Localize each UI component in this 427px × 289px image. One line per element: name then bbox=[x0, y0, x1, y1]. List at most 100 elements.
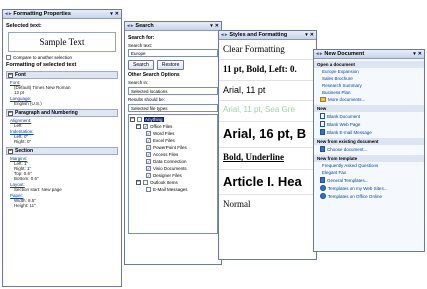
search-text-label: Search text: bbox=[128, 43, 153, 48]
back-forward-icon[interactable]: ◂ ▸ bbox=[127, 23, 133, 29]
close-icon[interactable]: ✕ bbox=[115, 11, 119, 17]
tree-checkbox[interactable]: ✓ bbox=[146, 145, 151, 150]
choose-document-link[interactable]: Choose document... bbox=[314, 145, 424, 153]
dropdown-arrow-icon[interactable]: ▾ bbox=[110, 11, 113, 17]
results-label: Results should be: bbox=[128, 97, 166, 102]
style-normal[interactable]: Normal bbox=[219, 195, 316, 215]
folder-icon bbox=[320, 97, 326, 102]
recent-doc-link[interactable]: Europe Expansion bbox=[314, 68, 424, 75]
dropdown-arrow-icon[interactable]: ▾ bbox=[210, 23, 213, 29]
dropdown-arrow-icon[interactable]: ▾ bbox=[305, 32, 308, 38]
blank-email-link[interactable]: Blank E-mail Message bbox=[314, 128, 424, 136]
collapse-icon[interactable]: − bbox=[8, 110, 13, 116]
tree-checkbox[interactable]: ✓ bbox=[146, 152, 151, 157]
web-icon bbox=[320, 185, 326, 191]
formatting-properties-pane: ◂ ▸ Formatting Properties ▾ ✕ Selected t… bbox=[2, 9, 122, 287]
new-doc-pane-title: New Document bbox=[324, 51, 365, 57]
tree-checkbox[interactable] bbox=[137, 117, 142, 122]
tree-item-row[interactable]: ✓ PowerPoint Files bbox=[130, 144, 216, 151]
compare-checkbox[interactable] bbox=[6, 55, 11, 60]
style-arial-11[interactable]: Arial, 11 pt bbox=[219, 81, 316, 101]
results-select[interactable]: Selected file types bbox=[128, 104, 218, 112]
tree-item-row[interactable]: ✓ Excel Files bbox=[130, 137, 216, 144]
section-section-header[interactable]: − Section bbox=[6, 147, 118, 155]
paper-height-value: Height: 11" bbox=[14, 203, 36, 208]
open-document-section: Open a document bbox=[314, 61, 424, 68]
office-online-templates-link[interactable]: Templates on Office Online bbox=[314, 192, 424, 200]
style-11pt-bold[interactable]: 11 pt, Bold, Left: 0. bbox=[219, 60, 316, 81]
styles-pane-title: Styles and Formatting bbox=[229, 32, 288, 38]
recent-doc-link[interactable]: Research Summary bbox=[314, 82, 424, 89]
template-section: New from template bbox=[314, 155, 424, 162]
blank-document-link[interactable]: Blank Document bbox=[314, 112, 424, 120]
search-text-input[interactable]: Europe bbox=[128, 49, 218, 57]
tree-item-row[interactable]: ✓ Visio Documents bbox=[130, 165, 216, 172]
tree-checkbox[interactable]: ✓ bbox=[146, 159, 151, 164]
tree-checkbox[interactable]: ✓ bbox=[146, 138, 151, 143]
section-paragraph-header[interactable]: − Paragraph and Numbering bbox=[6, 109, 118, 117]
font-size-value: 12 pt bbox=[14, 90, 25, 95]
close-icon[interactable]: ✕ bbox=[418, 51, 422, 57]
styles-formatting-pane: ◂ ▸ Styles and Formatting ▾ ✕ Clear Form… bbox=[218, 30, 317, 260]
layout-value: Section start: New page bbox=[14, 187, 62, 192]
tree-checkbox[interactable] bbox=[146, 187, 151, 192]
search-button[interactable]: Search bbox=[128, 60, 154, 70]
back-forward-icon[interactable]: ◂ ▸ bbox=[221, 32, 227, 38]
general-templates-link[interactable]: General Templates... bbox=[314, 176, 424, 184]
collapse-icon[interactable]: − bbox=[8, 72, 13, 78]
existing-document-section: New from existing document bbox=[314, 138, 424, 145]
tree-item-row[interactable]: E-Mail Messages bbox=[130, 186, 216, 193]
search-pane: ◂ ▸ Search ▾ ✕ Search for: Search text: … bbox=[124, 21, 222, 265]
web-sites-templates-link[interactable]: Templates on my Web Sites... bbox=[314, 184, 424, 192]
tree-item-row[interactable]: ✓ Data Connection bbox=[130, 158, 216, 165]
tree-checkbox[interactable]: ✓ bbox=[146, 173, 151, 178]
recent-doc-link[interactable]: Sales Brochure bbox=[314, 75, 424, 82]
template-item-link[interactable]: Frequently Asked Questions bbox=[314, 162, 424, 169]
collapse-icon[interactable]: − bbox=[136, 124, 141, 129]
selected-text-label: Selected text: bbox=[6, 23, 42, 29]
search-pane-title: Search bbox=[135, 23, 154, 29]
other-search-options-label: Other Search Options bbox=[128, 72, 180, 78]
style-arial-11-sea-green[interactable]: Arial, 11 pt, Sea Gre bbox=[219, 101, 316, 122]
formatting-pane-header: ◂ ▸ Formatting Properties ▾ ✕ bbox=[3, 10, 121, 19]
collapse-icon[interactable]: − bbox=[136, 180, 141, 185]
tree-item-row[interactable]: ✓ Access Files bbox=[130, 151, 216, 158]
style-article-heading[interactable]: Article I. Hea bbox=[219, 170, 316, 195]
search-in-select[interactable]: Selected locations bbox=[128, 87, 218, 95]
tree-root-row[interactable]: − Anything bbox=[130, 116, 216, 123]
style-bold-underline[interactable]: Bold, Underline bbox=[219, 148, 316, 170]
new-document-pane: ◂ ▸ New Document ▾ ✕ Open a document Eur… bbox=[313, 49, 425, 252]
dropdown-arrow-icon[interactable]: ▾ bbox=[413, 51, 416, 57]
blank-web-page-link[interactable]: Blank Web Page bbox=[314, 120, 424, 128]
file-type-tree: − Anything − ✓ Office Files ✓ Word Files… bbox=[128, 114, 218, 234]
tree-checkbox[interactable] bbox=[143, 180, 148, 185]
back-forward-icon[interactable]: ◂ ▸ bbox=[316, 51, 322, 57]
recent-doc-link[interactable]: Business Plan bbox=[314, 89, 424, 96]
margin-bottom-value: Bottom: 0.6" bbox=[14, 176, 39, 181]
style-clear-formatting[interactable]: Clear Formatting bbox=[219, 40, 316, 60]
tree-outlook-row[interactable]: − Outlook Items bbox=[130, 179, 216, 186]
more-documents-link[interactable]: More documents... bbox=[314, 96, 424, 103]
formatting-of-selected-label: Formatting of selected text bbox=[6, 62, 77, 68]
tree-checkbox[interactable]: ✓ bbox=[146, 166, 151, 171]
search-for-label: Search for: bbox=[128, 35, 155, 41]
indent-right-value: Right: 0" bbox=[14, 139, 32, 144]
tree-item-row[interactable]: ✓ Word Files bbox=[130, 130, 216, 137]
style-arial-16-bold[interactable]: Arial, 16 pt, B bbox=[219, 122, 316, 148]
close-icon[interactable]: ✕ bbox=[215, 23, 219, 29]
email-icon bbox=[320, 129, 325, 135]
collapse-icon[interactable]: − bbox=[8, 148, 13, 154]
back-forward-icon[interactable]: ◂ ▸ bbox=[5, 11, 11, 17]
close-icon[interactable]: ✕ bbox=[310, 32, 314, 38]
formatting-pane-title: Formatting Properties bbox=[13, 11, 71, 17]
restore-button[interactable]: Restore bbox=[156, 60, 185, 70]
compare-label: Compare to another selection bbox=[13, 55, 73, 60]
template-item-link[interactable]: Elegant Fax bbox=[314, 169, 424, 176]
tree-office-row[interactable]: − ✓ Office Files bbox=[130, 123, 216, 130]
collapse-icon[interactable]: − bbox=[130, 117, 135, 122]
tree-checkbox[interactable]: ✓ bbox=[146, 131, 151, 136]
section-font-header[interactable]: − Font bbox=[6, 71, 118, 79]
tree-checkbox[interactable]: ✓ bbox=[143, 124, 148, 129]
tree-item-row[interactable]: ✓ Designer Files bbox=[130, 172, 216, 179]
alignment-value: Left bbox=[14, 123, 22, 128]
